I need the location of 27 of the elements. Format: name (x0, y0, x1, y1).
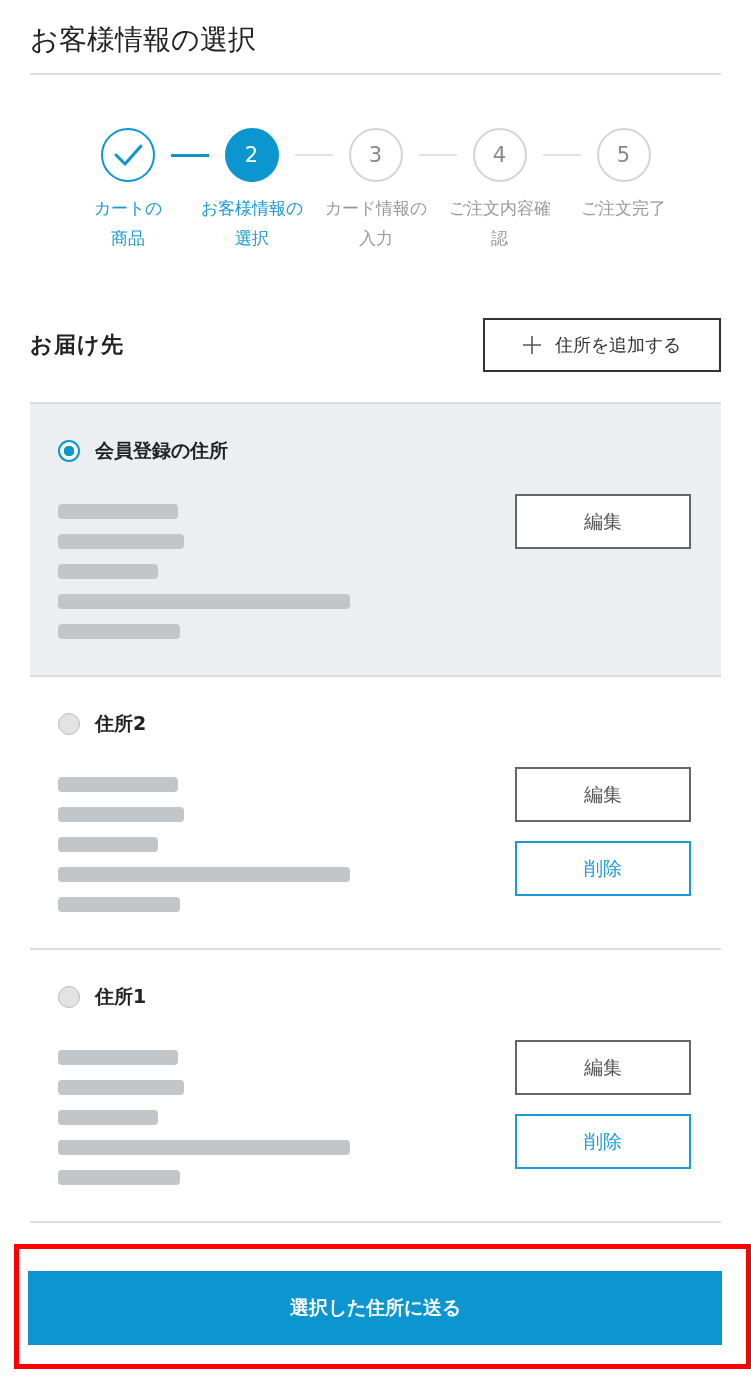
step-label: 入力 (358, 227, 393, 250)
step-number: 4 (472, 128, 527, 182)
step-label: カートの (93, 197, 162, 220)
step-label: ご注文内容確 (448, 197, 551, 220)
edit-button[interactable]: 編集 (515, 494, 691, 549)
section-heading: お届け先 (30, 331, 124, 359)
add-address-button[interactable]: 住所を追加する (483, 318, 721, 372)
step-number: 5 (596, 128, 651, 182)
radio-button[interactable] (58, 440, 80, 462)
address-title: 住所2 (95, 711, 147, 736)
page-title: お客様情報の選択 (30, 22, 256, 58)
address-title: 住所1 (95, 984, 147, 1009)
step-label: お客様情報の (200, 197, 303, 220)
address-title: 会員登録の住所 (95, 438, 228, 463)
step-connector (170, 153, 209, 157)
step-number: 2 (224, 128, 279, 182)
radio-button[interactable] (58, 986, 80, 1008)
radio-button[interactable] (58, 713, 80, 735)
step-label: カード情報の (324, 197, 427, 220)
step-label: ご注文完了 (581, 197, 666, 220)
step-number: 3 (348, 128, 403, 182)
edit-button[interactable]: 編集 (515, 767, 691, 822)
step-label: 認 (491, 227, 508, 250)
plus-icon (523, 336, 541, 354)
edit-button[interactable]: 編集 (515, 1040, 691, 1095)
step-label: 商品 (110, 227, 145, 250)
step-label: 選択 (234, 227, 269, 250)
